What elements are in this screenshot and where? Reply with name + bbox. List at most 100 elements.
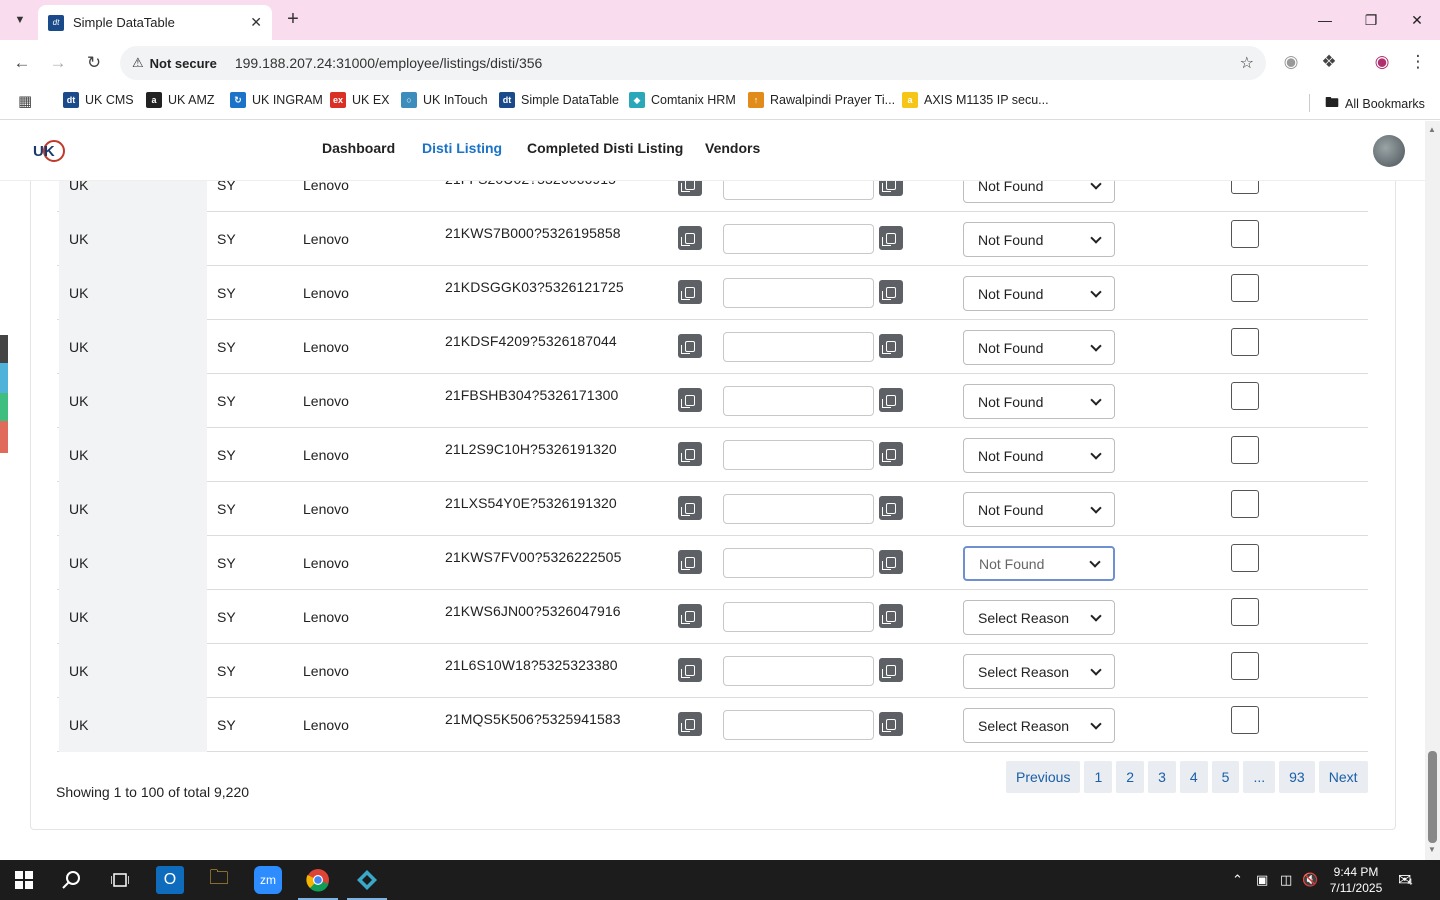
value-input[interactable] — [723, 440, 874, 470]
bookmark-item[interactable]: a UK AMZ — [146, 92, 215, 108]
copy-value-icon[interactable] — [879, 496, 903, 520]
page-button[interactable]: Next — [1318, 761, 1368, 793]
app-icon[interactable] — [353, 866, 381, 894]
search-icon[interactable] — [58, 866, 86, 894]
task-view-icon[interactable] — [106, 866, 134, 894]
bookmark-item[interactable]: dt Simple DataTable — [499, 92, 619, 108]
chevron-up-icon[interactable]: ⌃ — [1232, 872, 1243, 888]
nav-completed-disti-listing[interactable]: Completed Disti Listing — [527, 140, 683, 156]
page-button[interactable]: 3 — [1148, 761, 1176, 793]
warning-icon[interactable]: ⚠ — [132, 55, 144, 71]
windows-start-icon[interactable] — [10, 866, 38, 894]
bookmark-item[interactable]: ○ UK InTouch — [401, 92, 488, 108]
copy-sku-icon[interactable] — [678, 226, 702, 250]
row-checkbox[interactable] — [1231, 220, 1259, 248]
zoom-icon[interactable]: zm — [254, 866, 282, 894]
profile-icon[interactable]: ◉ — [1371, 52, 1393, 72]
volume-muted-icon[interactable]: 🔇 — [1302, 872, 1318, 888]
row-checkbox[interactable] — [1231, 274, 1259, 302]
copy-sku-icon[interactable] — [678, 604, 702, 628]
row-checkbox[interactable] — [1231, 328, 1259, 356]
outlook-icon[interactable]: O — [156, 866, 184, 894]
page-button[interactable]: 1 — [1084, 761, 1113, 793]
network-icon[interactable]: ◫ — [1280, 872, 1292, 888]
bookmark-item[interactable]: dt UK CMS — [63, 92, 134, 108]
value-input[interactable] — [723, 602, 874, 632]
scroll-up-icon[interactable]: ▲ — [1428, 125, 1436, 134]
apps-grid-icon[interactable]: ▦ — [18, 92, 32, 110]
chrome-icon[interactable] — [304, 866, 332, 894]
reason-select[interactable]: Not Found — [963, 276, 1115, 311]
row-checkbox[interactable] — [1231, 382, 1259, 410]
back-icon[interactable]: ← — [11, 52, 33, 74]
new-tab-icon[interactable]: + — [282, 8, 304, 31]
copy-value-icon[interactable] — [879, 226, 903, 250]
security-tray-icon[interactable]: ▣ — [1256, 872, 1268, 888]
restore-icon[interactable]: ❐ — [1348, 0, 1394, 40]
scroll-thumb[interactable] — [1428, 751, 1437, 843]
copy-sku-icon[interactable] — [678, 496, 702, 520]
copy-sku-icon[interactable] — [678, 442, 702, 466]
copy-sku-icon[interactable] — [678, 181, 702, 196]
value-input[interactable] — [723, 494, 874, 524]
reason-select[interactable]: Not Found — [963, 181, 1115, 203]
row-checkbox[interactable] — [1231, 544, 1259, 572]
side-widget[interactable] — [0, 335, 8, 453]
scroll-down-icon[interactable]: ▼ — [1428, 845, 1436, 854]
more-menu-icon[interactable]: ⋮ — [1407, 52, 1429, 72]
page-button[interactable]: 2 — [1116, 761, 1145, 793]
row-checkbox[interactable] — [1231, 598, 1259, 626]
site-logo[interactable]: UK — [33, 138, 65, 164]
bookmark-item[interactable]: ↻ UK INGRAM — [230, 92, 323, 108]
value-input[interactable] — [723, 278, 874, 308]
bookmark-item[interactable]: ex UK EX — [330, 92, 390, 108]
page-scrollbar[interactable]: ▲ ▼ — [1425, 121, 1440, 860]
file-explorer-icon[interactable]: 🗀 — [205, 866, 233, 894]
value-input[interactable] — [723, 224, 874, 254]
copy-value-icon[interactable] — [879, 442, 903, 466]
address-bar[interactable]: ⚠ Not secure 199.188.207.24:31000/employ… — [120, 46, 1266, 80]
nav-disti-listing[interactable]: Disti Listing — [422, 140, 502, 156]
security-label[interactable]: Not secure — [150, 56, 217, 71]
globe-icon[interactable]: ◉ — [1280, 52, 1302, 72]
reason-select[interactable]: Select Reason — [963, 708, 1115, 743]
tab-search-icon[interactable]: ▼ — [8, 8, 32, 32]
value-input[interactable] — [723, 710, 874, 740]
reason-select[interactable]: Select Reason — [963, 600, 1115, 635]
minimize-icon[interactable]: — — [1302, 0, 1348, 40]
reason-select[interactable]: Not Found — [963, 438, 1115, 473]
browser-tab[interactable]: dt Simple DataTable ✕ — [38, 5, 272, 40]
row-checkbox[interactable] — [1231, 490, 1259, 518]
reason-select[interactable]: Not Found — [963, 330, 1115, 365]
copy-value-icon[interactable] — [879, 388, 903, 412]
nav-vendors[interactable]: Vendors — [705, 140, 760, 156]
copy-value-icon[interactable] — [879, 334, 903, 358]
copy-sku-icon[interactable] — [678, 550, 702, 574]
page-button[interactable]: 93 — [1279, 761, 1315, 793]
copy-value-icon[interactable] — [879, 181, 903, 196]
extensions-icon[interactable]: ❖ — [1318, 52, 1340, 72]
value-input[interactable] — [723, 386, 874, 416]
avatar[interactable] — [1373, 135, 1405, 167]
bookmark-item[interactable]: ↑ Rawalpindi Prayer Ti... — [748, 92, 895, 108]
page-button[interactable]: 5 — [1211, 761, 1240, 793]
value-input[interactable] — [723, 332, 874, 362]
row-checkbox[interactable] — [1231, 181, 1259, 194]
value-input[interactable] — [723, 181, 874, 200]
nav-dashboard[interactable]: Dashboard — [322, 140, 395, 156]
reason-select[interactable]: Select Reason — [963, 654, 1115, 689]
copy-sku-icon[interactable] — [678, 658, 702, 682]
copy-value-icon[interactable] — [879, 658, 903, 682]
forward-icon[interactable]: → — [47, 52, 69, 74]
reason-select[interactable]: Not Found — [963, 546, 1115, 581]
page-button[interactable]: 4 — [1179, 761, 1208, 793]
notifications-icon[interactable]: ✉4 — [1398, 870, 1412, 890]
url-text[interactable]: 199.188.207.24:31000/employee/listings/d… — [235, 55, 1240, 71]
value-input[interactable] — [723, 656, 874, 686]
all-bookmarks[interactable]: 🖿 All Bookmarks — [1325, 92, 1425, 116]
system-clock[interactable]: 9:44 PM 7/11/2025 — [1318, 864, 1394, 896]
page-button[interactable]: ... — [1243, 761, 1276, 793]
close-tab-icon[interactable]: ✕ — [250, 14, 262, 31]
copy-value-icon[interactable] — [879, 712, 903, 736]
bookmark-item[interactable]: ◆ Comtanix HRM — [629, 92, 736, 108]
